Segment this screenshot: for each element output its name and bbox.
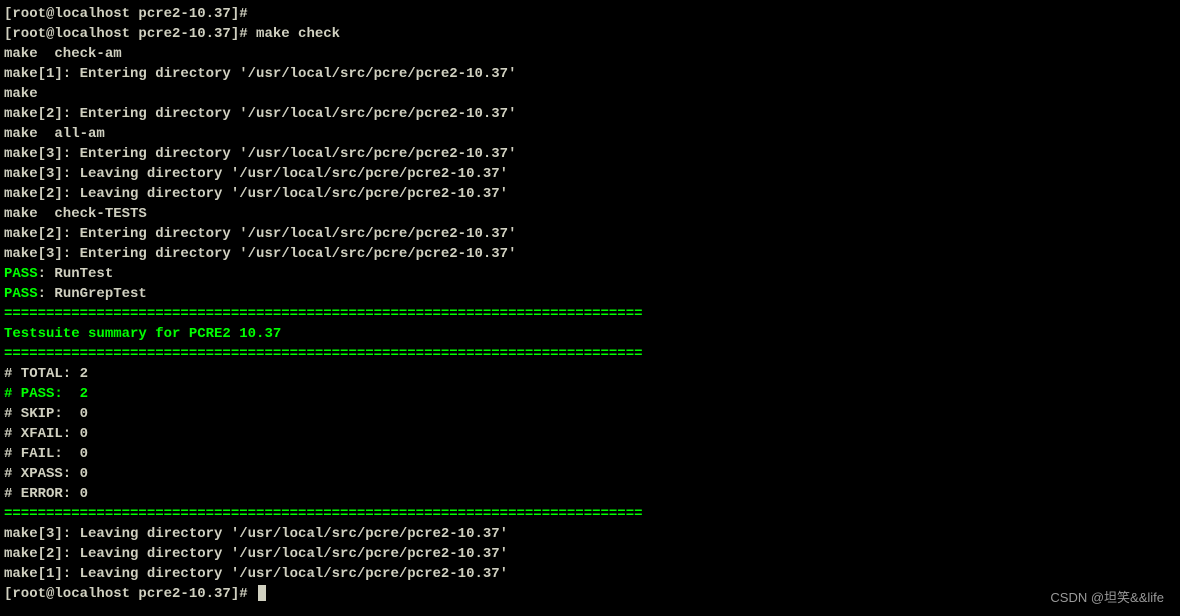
terminal-line: [root@localhost pcre2-10.37]# make check: [4, 24, 1176, 44]
terminal-text-segment: ========================================…: [4, 506, 643, 522]
terminal-line: make all-am: [4, 124, 1176, 144]
terminal-text-segment: : RunTest: [38, 266, 114, 282]
terminal-line: make[2]: Entering directory '/usr/local/…: [4, 224, 1176, 244]
terminal-line: make[3]: Entering directory '/usr/local/…: [4, 144, 1176, 164]
terminal-text-segment: make[3]: Entering directory '/usr/local/…: [4, 246, 516, 262]
terminal-text-segment: make check-TESTS: [4, 206, 147, 222]
terminal-line: make check-TESTS: [4, 204, 1176, 224]
terminal-line: ========================================…: [4, 304, 1176, 324]
terminal-text-segment: # XPASS: 0: [4, 466, 88, 482]
terminal-line: make check-am: [4, 44, 1176, 64]
terminal-line: # FAIL: 0: [4, 444, 1176, 464]
terminal-text-segment: ========================================…: [4, 306, 643, 322]
terminal-line: make[1]: Entering directory '/usr/local/…: [4, 64, 1176, 84]
terminal-text-segment: ========================================…: [4, 346, 643, 362]
terminal-line: # TOTAL: 2: [4, 364, 1176, 384]
terminal-line: make[2]: Leaving directory '/usr/local/s…: [4, 544, 1176, 564]
cursor: [258, 585, 266, 601]
terminal-text-segment: make[3]: Leaving directory '/usr/local/s…: [4, 526, 508, 542]
terminal-text-segment: # SKIP: 0: [4, 406, 88, 422]
terminal-text-segment: PASS: [4, 266, 38, 282]
terminal-line: # ERROR: 0: [4, 484, 1176, 504]
terminal-line: make[2]: Entering directory '/usr/local/…: [4, 104, 1176, 124]
terminal-text-segment: make[2]: Leaving directory '/usr/local/s…: [4, 186, 508, 202]
terminal-text-segment: make[2]: Entering directory '/usr/local/…: [4, 106, 516, 122]
terminal-text-segment: make[3]: Leaving directory '/usr/local/s…: [4, 166, 508, 182]
terminal-line: make[3]: Leaving directory '/usr/local/s…: [4, 164, 1176, 184]
terminal-line: make[2]: Leaving directory '/usr/local/s…: [4, 184, 1176, 204]
terminal-text-segment: [root@localhost pcre2-10.37]#: [4, 6, 248, 22]
terminal-text-segment: make[2]: Entering directory '/usr/local/…: [4, 226, 516, 242]
terminal-text-segment: Testsuite summary for PCRE2 10.37: [4, 326, 281, 342]
terminal-text-segment: # FAIL: 0: [4, 446, 88, 462]
terminal-text-segment: make[2]: Leaving directory '/usr/local/s…: [4, 546, 508, 562]
terminal-line: make[1]: Leaving directory '/usr/local/s…: [4, 564, 1176, 584]
terminal-text-segment: make check-am: [4, 46, 122, 62]
terminal-text-segment: [root@localhost pcre2-10.37]#: [4, 586, 256, 602]
terminal-text-segment: make[1]: Leaving directory '/usr/local/s…: [4, 566, 508, 582]
terminal-text-segment: make[1]: Entering directory '/usr/local/…: [4, 66, 516, 82]
terminal-line: # PASS: 2: [4, 384, 1176, 404]
terminal-text-segment: # XFAIL: 0: [4, 426, 88, 442]
terminal-output[interactable]: [root@localhost pcre2-10.37]# [root@local…: [4, 4, 1176, 604]
terminal-line: PASS: RunTest: [4, 264, 1176, 284]
terminal-line: # XFAIL: 0: [4, 424, 1176, 444]
terminal-text-segment: # TOTAL: 2: [4, 366, 88, 382]
terminal-text-segment: make: [4, 86, 38, 102]
terminal-line: ========================================…: [4, 504, 1176, 524]
terminal-line: ========================================…: [4, 344, 1176, 364]
terminal-line: # XPASS: 0: [4, 464, 1176, 484]
terminal-line: Testsuite summary for PCRE2 10.37: [4, 324, 1176, 344]
terminal-text-segment: make all-am: [4, 126, 105, 142]
terminal-line: # SKIP: 0: [4, 404, 1176, 424]
watermark: CSDN @坦笑&&life: [1050, 588, 1164, 608]
terminal-line: make[3]: Leaving directory '/usr/local/s…: [4, 524, 1176, 544]
terminal-line: make[3]: Entering directory '/usr/local/…: [4, 244, 1176, 264]
terminal-text-segment: PASS: [4, 286, 38, 302]
terminal-text-segment: # PASS: 2: [4, 386, 88, 402]
terminal-line: PASS: RunGrepTest: [4, 284, 1176, 304]
terminal-text-segment: make[3]: Entering directory '/usr/local/…: [4, 146, 516, 162]
terminal-line: make: [4, 84, 1176, 104]
terminal-text-segment: # ERROR: 0: [4, 486, 88, 502]
terminal-line: [root@localhost pcre2-10.37]#: [4, 4, 1176, 24]
terminal-text-segment: : RunGrepTest: [38, 286, 147, 302]
terminal-line: [root@localhost pcre2-10.37]#: [4, 584, 1176, 604]
terminal-text-segment: [root@localhost pcre2-10.37]# make check: [4, 26, 340, 42]
